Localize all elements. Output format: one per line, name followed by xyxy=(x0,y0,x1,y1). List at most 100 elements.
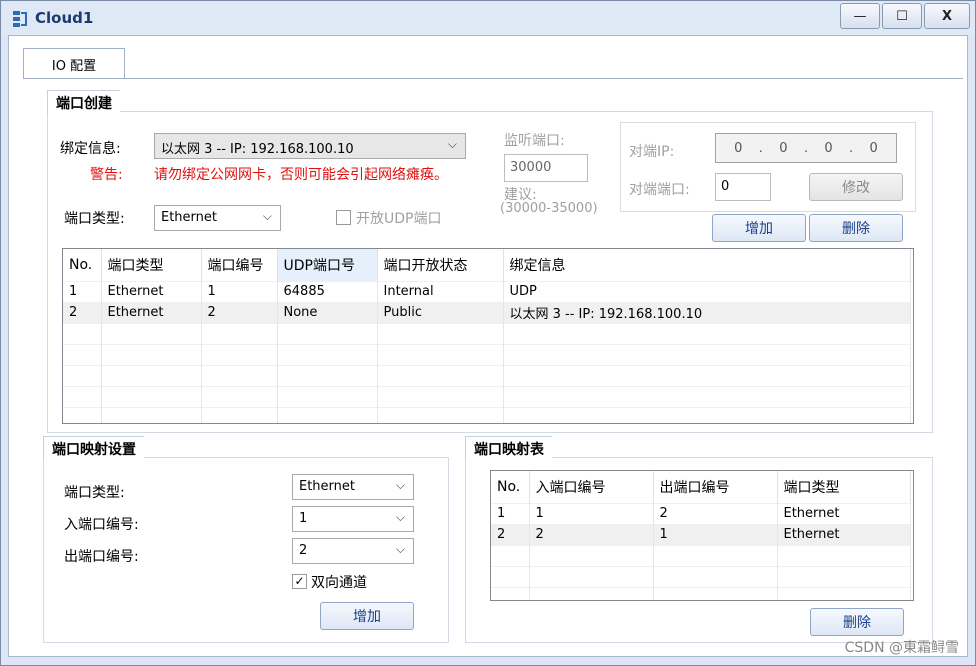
chevron-down-icon: ⌵ xyxy=(262,209,272,223)
empty-row xyxy=(63,343,911,365)
empty-row xyxy=(491,544,911,566)
ip-octet-1: 0 xyxy=(734,140,743,156)
table-cell: 1 xyxy=(63,280,102,302)
table-row[interactable]: 2 Ethernet 2 None Public 以太网 3 -- IP: 19… xyxy=(63,301,911,323)
chevron-down-icon: ⌵ xyxy=(395,478,405,492)
warning-label: 警告: xyxy=(90,167,123,183)
mapping-type-select[interactable]: Ethernet ⌵ xyxy=(292,474,414,500)
bind-info-select[interactable]: 以太网 3 -- IP: 192.168.100.10 ⌵ xyxy=(154,133,466,159)
empty-row xyxy=(63,385,911,407)
peer-port-input[interactable]: 0 xyxy=(715,173,771,201)
table-row[interactable]: 1 1 2 Ethernet xyxy=(491,502,911,524)
col-header[interactable]: 端口开放状态 xyxy=(377,249,504,281)
table-cell: UDP xyxy=(503,280,911,302)
maximize-button[interactable]: ☐ xyxy=(882,3,922,29)
suggest-range: (30000-35000) xyxy=(500,201,598,216)
ip-octet-3: 0 xyxy=(824,140,833,156)
cloud-window: Cloud1 — ☐ X IO 配置 端口创建 绑定信息: 以太网 3 -- I… xyxy=(0,0,976,666)
peer-ip-label: 对端IP: xyxy=(629,144,675,160)
out-port-value: 2 xyxy=(299,543,308,558)
col-header[interactable]: 端口类型 xyxy=(777,471,911,503)
table-cell: 1 xyxy=(201,280,278,302)
table-cell: 1 xyxy=(653,523,778,545)
table-cell: Ethernet xyxy=(777,502,911,524)
col-header[interactable]: 绑定信息 xyxy=(503,249,911,281)
peer-port-label: 对端端口: xyxy=(629,182,690,198)
port-creation-title: 端口创建 xyxy=(47,90,120,115)
mapping-type-value: Ethernet xyxy=(299,479,355,494)
col-header[interactable]: 出端口编号 xyxy=(653,471,778,503)
table-cell: 64885 xyxy=(277,280,378,302)
ip-dot: . xyxy=(803,140,809,156)
port-type-select[interactable]: Ethernet ⌵ xyxy=(154,205,281,231)
table-header-row: No. 入端口编号 出端口编号 端口类型 xyxy=(491,471,911,503)
port-table[interactable]: No. 端口类型 端口编号 UDP端口号 端口开放状态 绑定信息 1 Ether… xyxy=(62,248,914,424)
empty-row xyxy=(63,406,911,423)
warning-text: 请勿绑定公网网卡，否则可能会引起网络瘫痪。 xyxy=(154,167,448,183)
table-cell: Ethernet xyxy=(777,523,911,545)
chevron-down-icon: ⌵ xyxy=(447,137,457,151)
ip-dot: . xyxy=(758,140,763,156)
table-cell: 2 xyxy=(653,502,778,524)
table-row[interactable]: 1 Ethernet 1 64885 Internal UDP xyxy=(63,280,911,302)
table-cell: 1 xyxy=(491,502,530,524)
udp-open-label: 开放UDP端口 xyxy=(356,211,442,227)
mapping-table-title: 端口映射表 xyxy=(465,436,552,461)
table-cell: Public xyxy=(377,301,504,323)
port-type-value: Ethernet xyxy=(161,210,217,225)
mapping-table-group: 端口映射表 No. 入端口编号 出端口编号 端口类型 1 1 2 Etherne… xyxy=(465,436,933,643)
udp-open-checkbox[interactable] xyxy=(336,210,351,225)
table-cell: 1 xyxy=(529,502,654,524)
table-cell: 以太网 3 -- IP: 192.168.100.10 xyxy=(503,301,911,323)
table-cell: Ethernet xyxy=(101,280,202,302)
in-port-select[interactable]: 1 ⌵ xyxy=(292,506,414,532)
col-header[interactable]: 端口编号 xyxy=(201,249,278,281)
modify-button[interactable]: 修改 xyxy=(809,173,903,201)
listen-port-label: 监听端口: xyxy=(504,133,565,149)
peer-ip-input[interactable]: 0. 0. 0. 0 xyxy=(715,133,897,163)
client-area: IO 配置 端口创建 绑定信息: 以太网 3 -- IP: 192.168.10… xyxy=(8,35,968,657)
table-cell: Internal xyxy=(377,280,504,302)
table-row[interactable]: 2 2 1 Ethernet xyxy=(491,523,911,545)
bind-info-value: 以太网 3 -- IP: 192.168.100.10 xyxy=(161,142,354,157)
empty-row xyxy=(63,364,911,386)
bidirectional-checkbox[interactable]: ✓ xyxy=(292,574,307,589)
mapping-type-label: 端口类型: xyxy=(64,485,125,501)
mapping-table[interactable]: No. 入端口编号 出端口编号 端口类型 1 1 2 Ethernet 2 2 … xyxy=(490,470,914,601)
table-cell: 2 xyxy=(63,301,102,323)
chevron-down-icon: ⌵ xyxy=(395,510,405,524)
minimize-button[interactable]: — xyxy=(840,3,880,29)
in-port-value: 1 xyxy=(299,511,308,526)
out-port-label: 出端口编号: xyxy=(64,549,139,565)
bidirectional-label: 双向通道 xyxy=(311,575,367,591)
delete-port-button[interactable]: 删除 xyxy=(809,214,903,242)
col-header[interactable]: No. xyxy=(63,249,102,281)
title-bar[interactable]: Cloud1 — ☐ X xyxy=(1,1,975,35)
tab-io-config[interactable]: IO 配置 xyxy=(23,48,125,79)
out-port-select[interactable]: 2 ⌵ xyxy=(292,538,414,564)
port-mapping-group: 端口映射设置 端口类型: Ethernet ⌵ 入端口编号: 1 ⌵ 出端口编号… xyxy=(43,436,449,643)
in-port-label: 入端口编号: xyxy=(64,517,139,533)
port-mapping-title: 端口映射设置 xyxy=(43,436,144,461)
ip-octet-2: 0 xyxy=(779,140,788,156)
col-header[interactable]: UDP端口号 xyxy=(277,249,378,281)
listen-port-input[interactable]: 30000 xyxy=(504,154,588,182)
ip-octet-4: 0 xyxy=(869,140,878,156)
add-mapping-button[interactable]: 增加 xyxy=(320,602,414,630)
col-header[interactable]: 端口类型 xyxy=(101,249,202,281)
close-button[interactable]: X xyxy=(924,3,970,29)
peer-settings-box: 对端IP: 0. 0. 0. 0 对端端口: 0 修改 xyxy=(620,122,916,212)
tab-panel: 端口创建 绑定信息: 以太网 3 -- IP: 192.168.100.10 ⌵… xyxy=(23,78,963,648)
delete-mapping-button[interactable]: 删除 xyxy=(810,608,904,636)
add-port-button[interactable]: 增加 xyxy=(712,214,806,242)
window-title: Cloud1 xyxy=(35,9,94,27)
table-cell: 2 xyxy=(491,523,530,545)
empty-row xyxy=(491,586,911,600)
table-header-row: No. 端口类型 端口编号 UDP端口号 端口开放状态 绑定信息 xyxy=(63,249,911,281)
col-header[interactable]: No. xyxy=(491,471,530,503)
watermark-text: CSDN @東霜鲟雪 xyxy=(844,640,959,656)
table-cell: 2 xyxy=(201,301,278,323)
port-type-label: 端口类型: xyxy=(64,211,125,227)
ip-dot: . xyxy=(849,140,854,156)
col-header[interactable]: 入端口编号 xyxy=(529,471,654,503)
